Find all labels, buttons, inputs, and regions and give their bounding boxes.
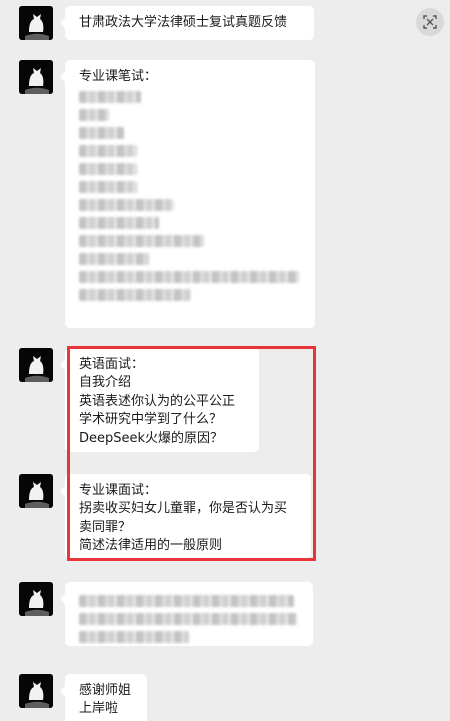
question-line: 简述法律适用的一般原则 xyxy=(79,538,223,554)
blurred-line xyxy=(79,217,159,230)
question-line: 学术研究中学到了什么？ xyxy=(79,412,223,428)
blurred-line xyxy=(79,163,137,176)
major-interview-title: 专业课面试： xyxy=(79,483,158,498)
cat-avatar-icon[interactable] xyxy=(19,674,53,708)
question-line: DeepSeek火爆的原因？ xyxy=(79,430,224,446)
question-line: 英语表述你认为的公平公正 xyxy=(79,393,236,409)
blurred-line xyxy=(79,235,204,248)
blurred-line xyxy=(79,181,137,194)
message-bubble xyxy=(60,582,313,646)
message-bubble: 专业课笔试： xyxy=(60,60,315,328)
message-text: 甘肃政法大学法律硕士复试真题反馈 xyxy=(79,15,288,30)
blurred-line xyxy=(79,631,189,643)
thanks-line: 感谢师姐 xyxy=(79,683,132,698)
question-line: 拐卖收买妇女儿童罪，你是否认为买 xyxy=(79,501,288,517)
cat-avatar-icon[interactable] xyxy=(19,348,53,382)
cat-avatar-icon[interactable] xyxy=(19,582,53,616)
thanks-line: 上岸啦 xyxy=(79,701,119,717)
cat-avatar-icon[interactable] xyxy=(19,6,53,40)
question-line: 卖同罪？ xyxy=(79,519,132,535)
blurred-line xyxy=(79,613,297,625)
cat-avatar-icon[interactable] xyxy=(19,474,53,508)
blurred-line xyxy=(79,127,124,140)
question-line: 自我介绍 xyxy=(79,375,132,391)
message-bubble: 甘肃政法大学法律硕士复试真题反馈 xyxy=(60,6,314,40)
cat-avatar-icon[interactable] xyxy=(19,60,53,94)
message-bubble: 专业课面试： 拐卖收买妇女儿童罪，你是否认为买 卖同罪？ 简述法律适用的一般原则 xyxy=(60,474,311,558)
message-bubble: 英语面试： 自我介绍 英语表述你认为的公平公正 学术研究中学到了什么？ Deep… xyxy=(60,348,259,452)
blurred-line xyxy=(79,199,174,212)
blurred-line xyxy=(79,253,149,266)
blurred-line xyxy=(79,271,299,284)
blurred-line xyxy=(79,289,191,302)
english-interview-title: 英语面试： xyxy=(79,357,145,372)
image-scan-icon[interactable] xyxy=(416,8,444,36)
message-bubble: 感谢师姐 上岸啦 xyxy=(60,674,147,721)
blurred-line xyxy=(79,145,137,158)
written-exam-title: 专业课笔试： xyxy=(79,69,158,84)
blurred-line xyxy=(79,595,294,607)
blurred-line xyxy=(79,109,109,122)
blurred-line xyxy=(79,91,141,104)
